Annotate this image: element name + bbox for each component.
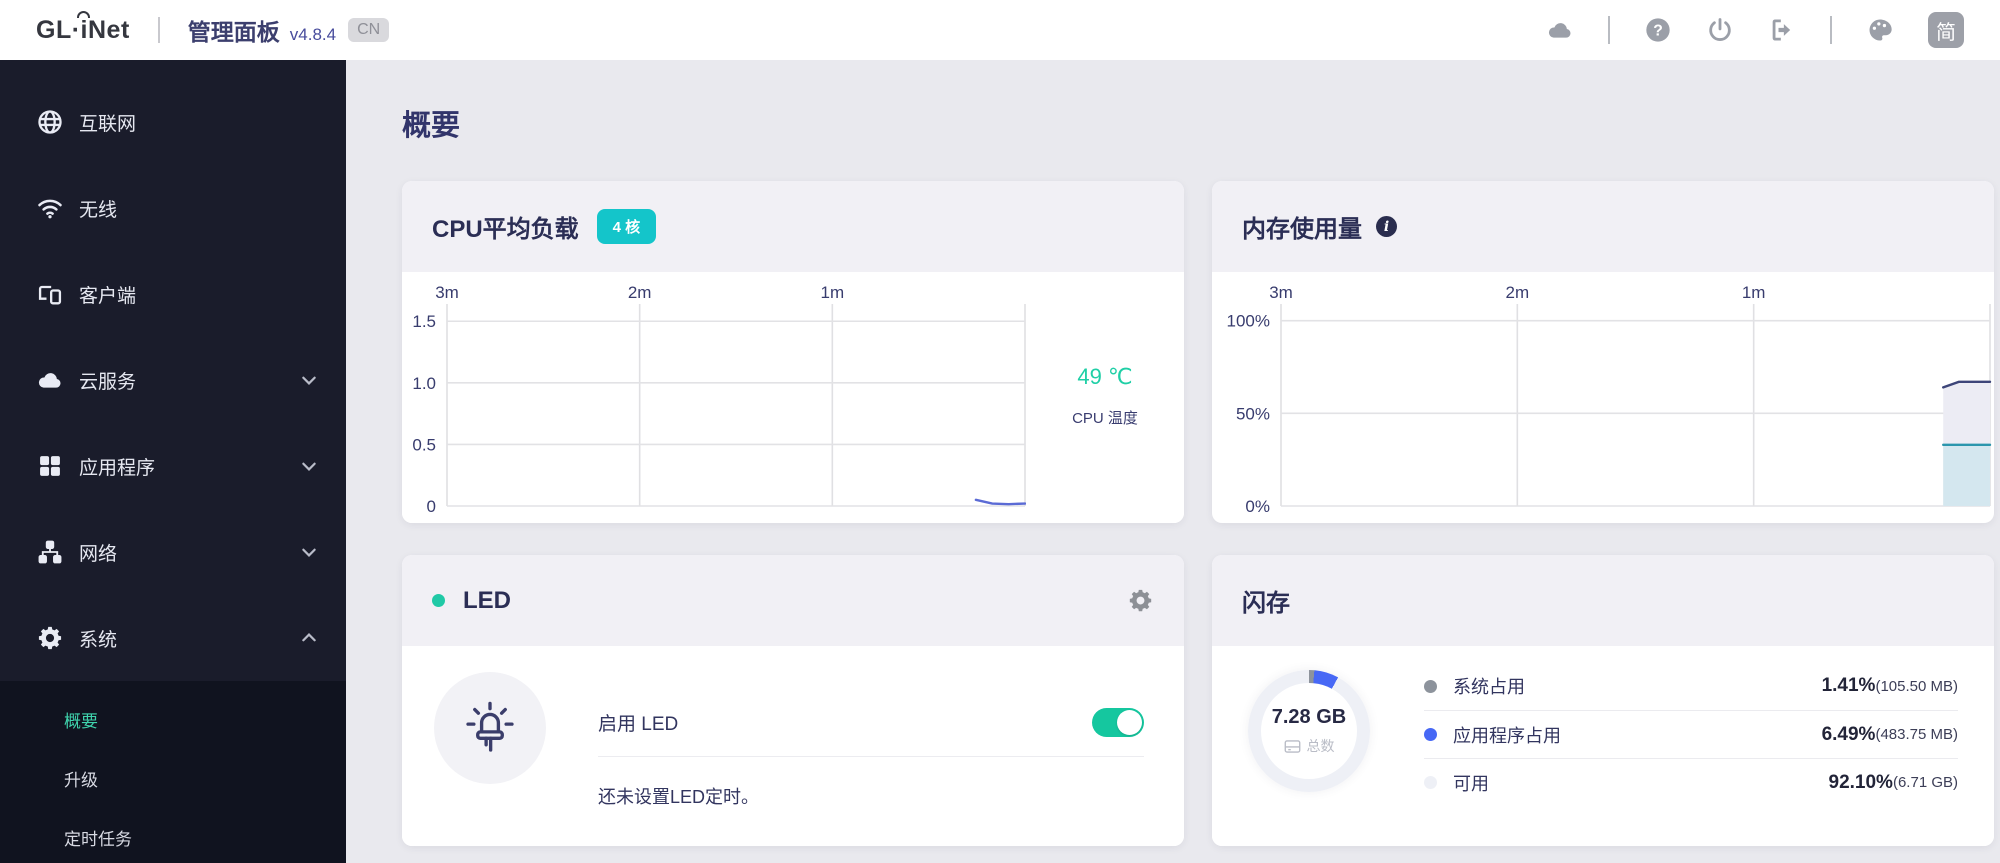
sidebar-item-clients[interactable]: 客户端 bbox=[0, 251, 346, 337]
cpu-load-card: CPU平均负载 4 核 3m 2m 1m 0 0.5 1.0 1.5 49 ℃ CPU 温度 bbox=[402, 181, 1184, 523]
flash-legend: 系统占用 1.41% (105.50 MB) 应用程序占用 6.49% (483… bbox=[1424, 646, 1958, 846]
cpu-load-chart: 3m 2m 1m 0 0.5 1.0 1.5 bbox=[402, 272, 1027, 523]
submenu-item-upgrade[interactable]: 升级 bbox=[0, 749, 346, 808]
help-icon[interactable]: ? bbox=[1644, 16, 1672, 44]
submenu-item-scheduled-tasks[interactable]: 定时任务 bbox=[0, 808, 346, 863]
top-header: GL·i Net 管理面板 v4.8.4 CN ? 简 bbox=[0, 0, 2000, 60]
divider bbox=[598, 756, 1144, 757]
header-icon-divider bbox=[1608, 16, 1610, 44]
reboot-power-icon[interactable] bbox=[1706, 16, 1734, 44]
flash-total-value: 7.28 GB bbox=[1271, 706, 1347, 728]
wifi-icon bbox=[36, 194, 64, 222]
svg-text:3m: 3m bbox=[435, 283, 459, 302]
svg-text:1m: 1m bbox=[821, 283, 845, 302]
gear-icon bbox=[36, 624, 64, 652]
svg-text:0: 0 bbox=[427, 497, 436, 516]
chevron-down-icon bbox=[300, 543, 318, 561]
svg-text:?: ? bbox=[1653, 22, 1663, 39]
cpu-card-header: CPU平均负载 4 核 bbox=[402, 181, 1184, 272]
apps-grid-icon bbox=[36, 452, 64, 480]
sidebar-item-applications[interactable]: 应用程序 bbox=[0, 423, 346, 509]
legend-dot bbox=[1424, 679, 1437, 693]
flash-total-label: 总数 bbox=[1306, 738, 1335, 754]
flash-card-title: 闪存 bbox=[1242, 590, 1290, 617]
led-enable-label: 启用 LED bbox=[598, 713, 679, 735]
cpu-temperature-value: 49 ℃ bbox=[1077, 364, 1133, 389]
led-status-dot bbox=[432, 594, 445, 607]
flash-storage-card: 闪存 7.28 GB 总数 系统占用 1.41% (105.50 MB) 应用程… bbox=[1212, 555, 1994, 846]
legend-dot bbox=[1424, 776, 1437, 789]
memory-card-header: 内存使用量 i bbox=[1212, 181, 1994, 272]
page-title: 概要 bbox=[402, 110, 461, 142]
svg-text:1m: 1m bbox=[1742, 283, 1766, 302]
logo-wifi-arc bbox=[76, 10, 90, 18]
info-icon[interactable]: i bbox=[1376, 216, 1397, 237]
header-divider bbox=[157, 17, 160, 43]
cloud-icon[interactable] bbox=[1546, 16, 1574, 44]
chevron-up-icon bbox=[300, 629, 318, 647]
svg-text:3m: 3m bbox=[1269, 283, 1293, 302]
toggle-knob bbox=[1117, 709, 1142, 735]
led-settings-gear-icon[interactable] bbox=[1127, 587, 1154, 614]
flash-card-header: 闪存 bbox=[1212, 555, 1994, 646]
cpu-temperature-panel: 49 ℃ CPU 温度 bbox=[1026, 272, 1184, 523]
language-switch-button[interactable]: 简 bbox=[1928, 12, 1964, 48]
legend-row-apps: 应用程序占用 6.49% (483.75 MB) bbox=[1424, 710, 1958, 758]
led-card: LED 启用 LED 还未设置LED定时。 bbox=[402, 555, 1184, 846]
cpu-cores-badge: 4 核 bbox=[596, 209, 657, 244]
sidebar-item-cloud-services[interactable]: 云服务 bbox=[0, 337, 346, 423]
main-content: 概要 CPU平均负载 4 核 3m 2m 1m 0 0.5 1.0 1.5 49 ℃ CPU… bbox=[346, 60, 2000, 863]
led-bulb-icon bbox=[434, 672, 546, 784]
cpu-temperature-label: CPU 温度 bbox=[1072, 410, 1138, 427]
cpu-card-title: CPU平均负载 bbox=[432, 216, 579, 243]
svg-text:0.5: 0.5 bbox=[412, 435, 436, 454]
glinet-logo: GL·i Net bbox=[36, 10, 130, 45]
sidebar-item-system[interactable]: 系统 bbox=[0, 595, 346, 681]
legend-row-available: 可用 92.10% (6.71 GB) bbox=[1424, 758, 1958, 806]
led-card-header: LED bbox=[402, 555, 1184, 646]
network-sitemap-icon bbox=[36, 538, 64, 566]
sidebar-item-network[interactable]: 网络 bbox=[0, 509, 346, 595]
memory-usage-chart: 3m 2m 1m 0% 50% 100% bbox=[1212, 272, 1994, 523]
globe-icon bbox=[36, 108, 64, 136]
svg-text:50%: 50% bbox=[1236, 404, 1270, 423]
legend-row-system: 系统占用 1.41% (105.50 MB) bbox=[1424, 662, 1958, 710]
chevron-down-icon bbox=[300, 371, 318, 389]
cloud-icon bbox=[36, 366, 64, 394]
memory-card-title: 内存使用量 bbox=[1242, 216, 1362, 243]
app-title: 管理面板 bbox=[187, 19, 280, 45]
memory-usage-card: 内存使用量 i 3m 2m 1m 0% 50% 100% bbox=[1212, 181, 1994, 523]
devices-icon bbox=[36, 280, 64, 308]
chevron-down-icon bbox=[300, 457, 318, 475]
svg-text:1.5: 1.5 bbox=[412, 312, 436, 331]
header-icon-divider bbox=[1830, 16, 1832, 44]
disk-icon bbox=[1284, 739, 1300, 753]
svg-text:1.0: 1.0 bbox=[412, 374, 436, 393]
submenu-item-overview[interactable]: 概要 bbox=[0, 690, 346, 749]
theme-palette-icon[interactable] bbox=[1866, 16, 1894, 44]
led-card-title: LED bbox=[463, 586, 511, 614]
svg-text:2m: 2m bbox=[1506, 283, 1530, 302]
sidebar-item-internet[interactable]: 互联网 bbox=[0, 79, 346, 165]
led-enable-toggle[interactable] bbox=[1092, 707, 1144, 737]
svg-text:100%: 100% bbox=[1227, 312, 1270, 331]
logout-icon[interactable] bbox=[1768, 16, 1796, 44]
legend-dot bbox=[1424, 728, 1437, 741]
region-badge: CN bbox=[348, 18, 390, 42]
sidebar-item-wireless[interactable]: 无线 bbox=[0, 165, 346, 251]
led-schedule-note: 还未设置LED定时。 bbox=[598, 787, 760, 807]
firmware-version: v4.8.4 bbox=[289, 25, 337, 44]
system-submenu: 概要 升级 定时任务 bbox=[0, 681, 346, 863]
flash-donut-chart: 7.28 GB 总数 bbox=[1248, 670, 1370, 792]
svg-text:2m: 2m bbox=[628, 283, 652, 302]
sidebar: 互联网 无线 客户端 云服务 应用程序 网络 系统 概要 升级 定时任务 bbox=[0, 60, 346, 863]
svg-text:0%: 0% bbox=[1245, 497, 1270, 516]
